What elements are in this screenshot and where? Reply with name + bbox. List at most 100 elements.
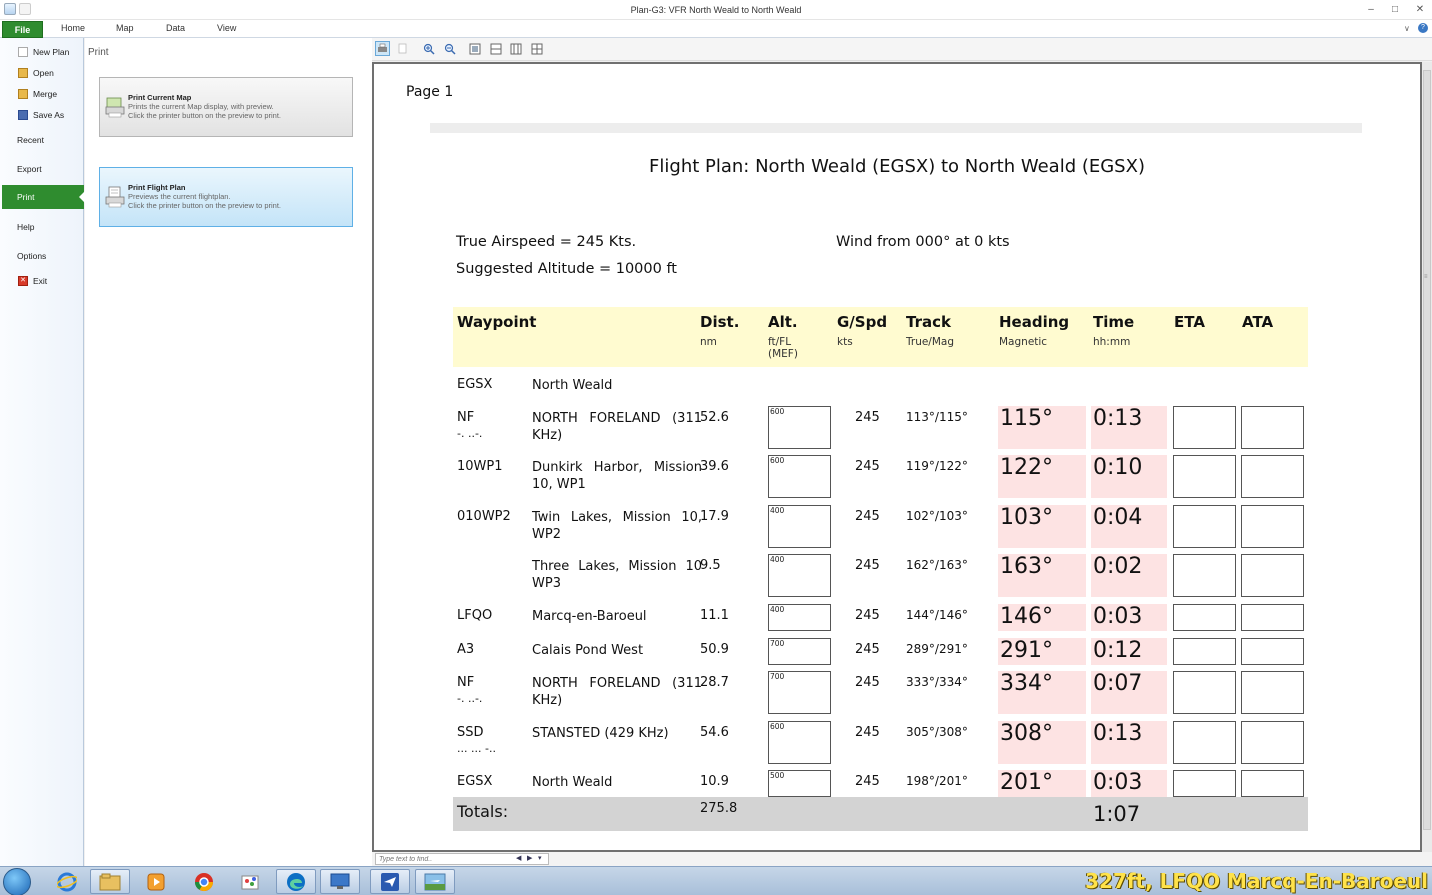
four-pages-icon[interactable] <box>529 41 544 56</box>
ribbon-collapse-icon[interactable]: ∨ <box>1404 24 1410 33</box>
eta-box[interactable] <box>1173 770 1236 797</box>
two-pages-icon[interactable] <box>488 41 503 56</box>
col-time: Time hh:mm <box>1093 313 1134 348</box>
nav-export[interactable]: Export <box>0 160 84 178</box>
leg-distance: 11.1 <box>700 608 729 623</box>
track: 333°/334° <box>906 675 968 689</box>
altitude-box: 400 <box>768 604 831 631</box>
ground-speed: 245 <box>855 725 880 740</box>
time-cell: 0:07 <box>1091 671 1167 714</box>
eta-box[interactable] <box>1173 638 1236 665</box>
ata-box[interactable] <box>1241 455 1304 498</box>
preview-scrollbar[interactable]: ≡ <box>1422 62 1432 852</box>
page-label: Page 1 <box>406 84 454 100</box>
nav-options[interactable]: Options <box>0 247 84 265</box>
heading-cell: 201° <box>998 770 1086 797</box>
waypoint-id: LFQO <box>457 608 493 623</box>
nav-exit[interactable]: ✕ Exit <box>0 272 84 290</box>
nav-print[interactable]: Print <box>2 185 85 209</box>
waypoint-morse: ... ... -.. <box>457 742 496 755</box>
eta-box[interactable] <box>1173 406 1236 449</box>
nav-recent[interactable]: Recent <box>0 131 84 149</box>
altitude-box: 700 <box>768 671 831 714</box>
ground-speed: 245 <box>855 774 880 789</box>
time-cell: 0:12 <box>1091 638 1167 665</box>
leg-distance: 54.6 <box>700 725 729 740</box>
header-unit: kts <box>837 336 853 348</box>
eta-box[interactable] <box>1173 721 1236 764</box>
ata-box[interactable] <box>1241 554 1304 597</box>
waypoint-name: NORTH FORELAND (311 KHz) <box>532 411 702 443</box>
one-page-icon[interactable] <box>467 41 482 56</box>
eta-box[interactable] <box>1173 455 1236 498</box>
zoom-out-icon[interactable] <box>442 41 457 56</box>
find-text-input[interactable] <box>375 853 549 865</box>
waypoint-id: EGSX <box>457 377 493 392</box>
waypoint-name: Marcq-en-Baroeul <box>532 609 647 624</box>
ata-box[interactable] <box>1241 671 1304 714</box>
ground-speed: 245 <box>855 608 880 623</box>
ata-box[interactable] <box>1241 770 1304 797</box>
tab-home[interactable]: Home <box>61 23 85 33</box>
header-label: G/Spd <box>837 313 888 331</box>
print-flight-plan-button[interactable]: Print Flight Plan Previews the current f… <box>99 167 353 227</box>
heading-cell: 291° <box>998 638 1086 665</box>
time-cell: 0:10 <box>1091 455 1167 498</box>
heading-cell: 163° <box>998 554 1086 597</box>
leg-distance: 39.6 <box>700 459 729 474</box>
plan-g-icon[interactable] <box>370 869 410 894</box>
help-icon[interactable]: ? <box>1418 23 1428 33</box>
ie-icon[interactable] <box>47 869 87 894</box>
nav-open[interactable]: Open <box>0 64 84 82</box>
eta-box[interactable] <box>1173 671 1236 714</box>
nav-merge[interactable]: Merge <box>0 85 84 103</box>
eta-box[interactable] <box>1173 554 1236 597</box>
ata-box[interactable] <box>1241 638 1304 665</box>
waypoint-id: NF <box>457 410 475 425</box>
close-button[interactable]: ✕ <box>1413 4 1427 15</box>
explorer-icon[interactable] <box>90 869 130 894</box>
print-icon[interactable] <box>375 41 390 56</box>
option-description: Prints the current Map display, with pre… <box>128 102 274 111</box>
ata-box[interactable] <box>1241 505 1304 548</box>
nav-help[interactable]: Help <box>0 218 84 236</box>
eta-box[interactable] <box>1173 604 1236 631</box>
ata-box[interactable] <box>1241 721 1304 764</box>
media-player-icon[interactable] <box>136 869 176 894</box>
col-gspd: G/Spd kts <box>837 313 887 348</box>
eta-box[interactable] <box>1173 505 1236 548</box>
start-button[interactable] <box>3 868 31 895</box>
find-previous-icon[interactable]: ◀ <box>516 854 521 862</box>
nav-save-as[interactable]: Save As <box>0 106 84 124</box>
track: 113°/115° <box>906 410 968 424</box>
edge-icon[interactable] <box>276 869 316 894</box>
flight-sim-icon[interactable] <box>415 869 455 894</box>
minimize-button[interactable]: – <box>1364 4 1378 15</box>
paint-icon[interactable] <box>230 869 270 894</box>
ata-box[interactable] <box>1241 406 1304 449</box>
print-current-map-button[interactable]: Print Current Map Prints the current Map… <box>99 77 353 137</box>
leg-distance: 17.9 <box>700 509 729 524</box>
folder-open-icon <box>18 68 28 78</box>
scrollbar-thumb[interactable] <box>1423 70 1431 830</box>
printer-map-icon <box>105 97 125 118</box>
suggested-altitude: Suggested Altitude = 10000 ft <box>456 261 677 277</box>
copy-icon[interactable] <box>395 41 410 56</box>
ata-box[interactable] <box>1241 604 1304 631</box>
tab-map[interactable]: Map <box>116 23 134 33</box>
tab-view[interactable]: View <box>217 23 236 33</box>
remote-desktop-icon[interactable] <box>320 869 360 894</box>
tab-data[interactable]: Data <box>166 23 185 33</box>
track: 289°/291° <box>906 642 968 656</box>
chrome-icon[interactable] <box>184 869 224 894</box>
three-pages-icon[interactable] <box>508 41 523 56</box>
zoom-in-icon[interactable] <box>421 41 436 56</box>
find-next-icon[interactable]: ▶ <box>527 854 532 862</box>
nav-new-plan[interactable]: New Plan <box>0 43 84 61</box>
altitude-box: 700 <box>768 638 831 665</box>
tab-file[interactable]: File <box>2 21 43 38</box>
find-options-icon[interactable]: ▾ <box>538 854 542 862</box>
header-label: ETA <box>1174 313 1205 331</box>
maximize-button[interactable]: □ <box>1388 4 1402 15</box>
waypoint-name: Three Lakes, Mission 10 WP3 <box>532 559 702 591</box>
